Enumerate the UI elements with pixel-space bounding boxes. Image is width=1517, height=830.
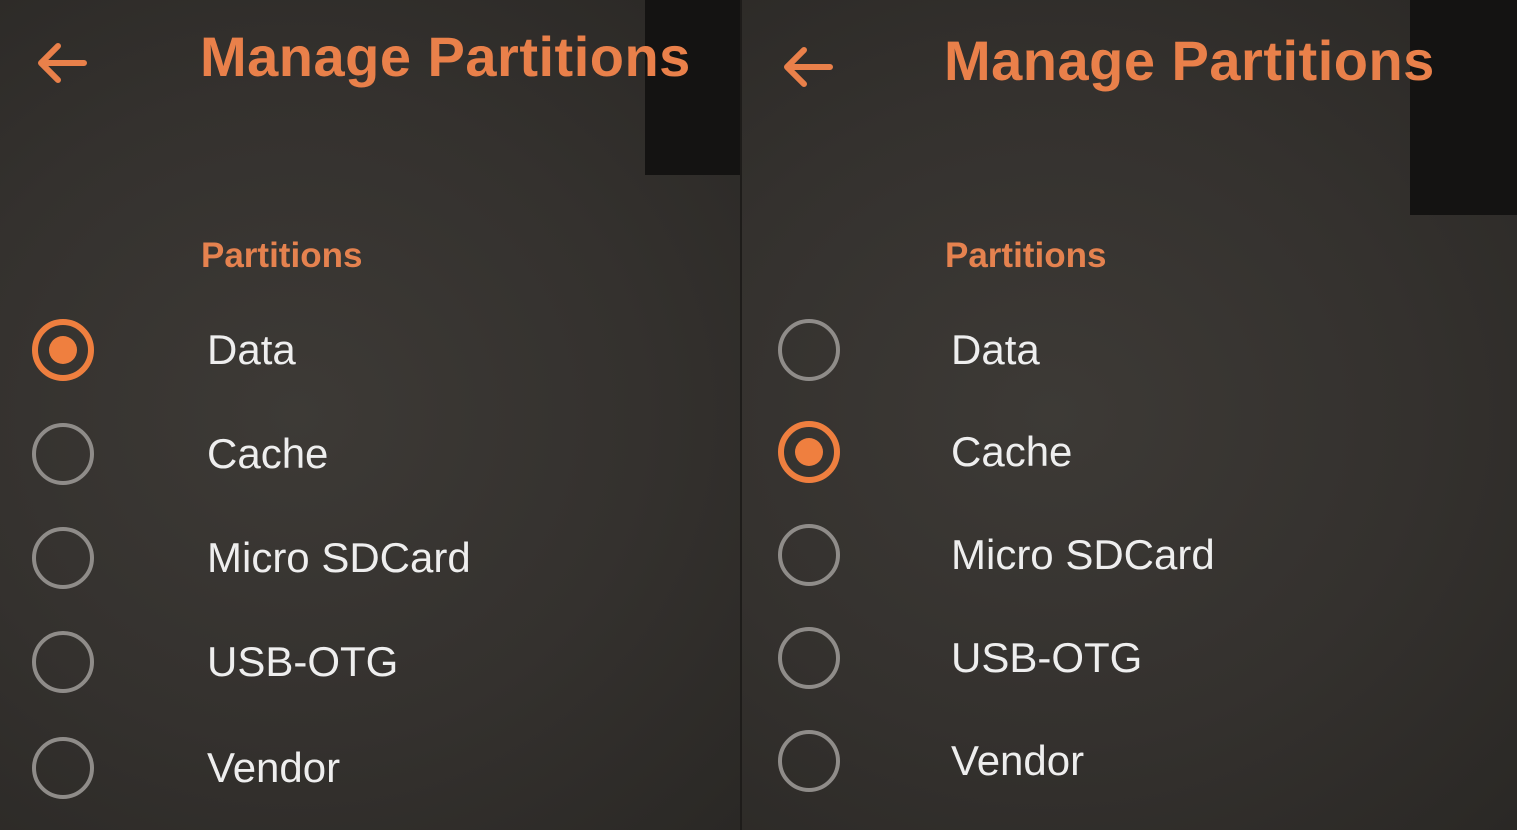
manage-partitions-screen-left: Manage Partitions Partitions Data Cache … <box>0 0 740 830</box>
radio-button[interactable] <box>32 527 94 589</box>
screenshot-comparison: Manage Partitions Partitions Data Cache … <box>0 0 1517 830</box>
partition-option-cache[interactable]: Cache <box>0 404 740 504</box>
arrow-back-icon[interactable] <box>32 38 92 88</box>
option-label: Cache <box>207 430 329 477</box>
radio-button[interactable] <box>778 421 840 483</box>
option-label: Data <box>951 326 1040 373</box>
arrow-back-icon-graphic <box>784 47 833 87</box>
option-label: Vendor <box>951 737 1085 784</box>
section-header-partitions: Partitions <box>945 236 1107 275</box>
option-label: Micro SDCard <box>207 534 471 581</box>
partition-option-data[interactable]: Data <box>742 300 1517 400</box>
radio-button[interactable] <box>32 319 94 381</box>
partition-option-usb-otg[interactable]: USB-OTG <box>0 612 740 712</box>
radio-button[interactable] <box>32 631 94 693</box>
page-title: Manage Partitions <box>200 25 691 88</box>
arrow-back-icon-graphic <box>38 43 87 83</box>
partition-option-usb-otg[interactable]: USB-OTG <box>742 608 1517 708</box>
arrow-back-icon[interactable] <box>778 42 838 92</box>
partition-option-cache[interactable]: Cache <box>742 402 1517 502</box>
radio-button[interactable] <box>778 319 840 381</box>
radio-button[interactable] <box>778 627 840 689</box>
radio-button[interactable] <box>778 524 840 586</box>
radio-button[interactable] <box>778 730 840 792</box>
radio-button[interactable] <box>32 423 94 485</box>
partition-option-micro-sdcard[interactable]: Micro SDCard <box>742 505 1517 605</box>
option-label: Cache <box>951 428 1073 475</box>
option-label: Data <box>207 326 296 373</box>
option-label: Micro SDCard <box>951 531 1215 578</box>
partition-option-vendor[interactable]: Vendor <box>0 718 740 818</box>
partition-option-data[interactable]: Data <box>0 300 740 400</box>
manage-partitions-screen-right: Manage Partitions Partitions Data Cache … <box>742 0 1517 830</box>
page-title: Manage Partitions <box>944 29 1435 92</box>
partition-option-micro-sdcard[interactable]: Micro SDCard <box>0 508 740 608</box>
section-header-partitions: Partitions <box>201 236 363 275</box>
option-label: USB-OTG <box>951 634 1143 681</box>
option-label: USB-OTG <box>207 638 399 685</box>
partition-option-vendor[interactable]: Vendor <box>742 711 1517 811</box>
option-label: Vendor <box>207 744 341 791</box>
radio-button[interactable] <box>32 737 94 799</box>
